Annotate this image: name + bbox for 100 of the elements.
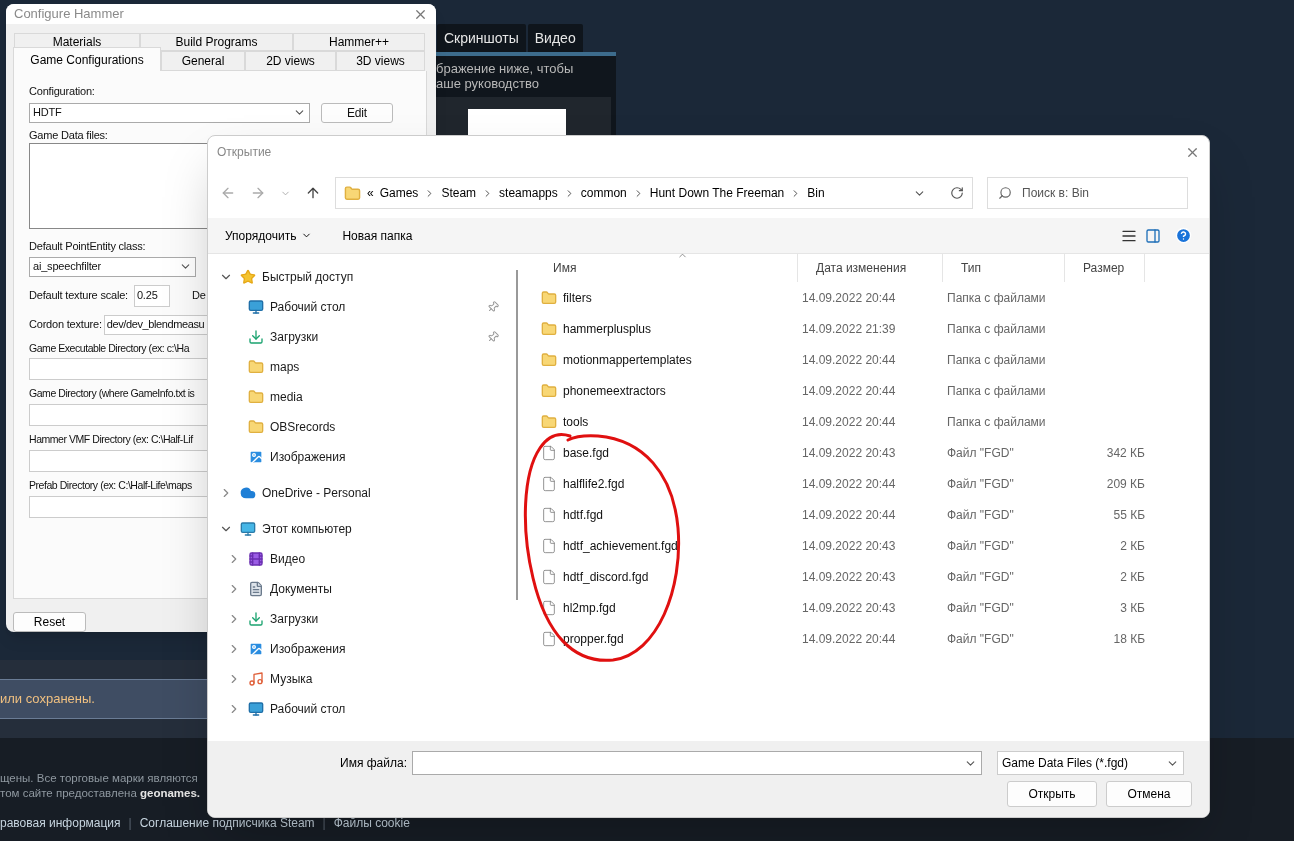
file-row[interactable]: hdtf_achievement.fgd 14.09.2022 20:43 Файл "FGD" 2 КБ [535, 530, 1209, 561]
edit-button[interactable]: Edit [321, 102, 393, 123]
search-icon [998, 186, 1012, 200]
footer-link[interactable]: Файлы cookie [333, 814, 410, 832]
file-date: 14.09.2022 20:44 [801, 630, 897, 648]
file-type: Папка с файлами [946, 289, 1047, 307]
input-field[interactable]: dev/dev_blendmeasu [103, 314, 208, 335]
breadcrumb[interactable]: common [580, 184, 627, 202]
nav-item[interactable]: media [208, 382, 513, 412]
pictures-icon [248, 641, 264, 657]
nav-item[interactable]: Рабочий стол [208, 292, 513, 322]
column-header[interactable]: Дата изменения [798, 254, 943, 282]
nav-item[interactable]: OneDrive - Personal [208, 478, 513, 508]
field-label: Game Data files: [29, 127, 108, 143]
input-field[interactable]: 0.25 [133, 284, 170, 307]
column-header[interactable]: Имя [535, 254, 798, 282]
column-header[interactable]: Тип [943, 254, 1065, 282]
address-bar[interactable]: « Games Steam steamapps common Hunt Down The Freeman Bin [335, 177, 973, 209]
page-tab[interactable]: Видео [527, 24, 583, 52]
tab[interactable]: Game Configurations [13, 47, 161, 71]
nav-item[interactable]: Изображения [208, 442, 513, 472]
footer-link[interactable]: Соглашение подписчика Steam [139, 814, 315, 832]
file-row[interactable]: base.fgd 14.09.2022 20:43 Файл "FGD" 342 КБ [535, 437, 1209, 468]
file-name: motionmappertemplates [563, 351, 692, 369]
search-input[interactable]: Поиск в: Bin [1022, 178, 1187, 208]
column-header[interactable]: Размер [1065, 254, 1145, 282]
file-row[interactable]: hdtf.fgd 14.09.2022 20:44 Файл "FGD" 55 КБ [535, 499, 1209, 530]
tab[interactable]: Hammer++ [293, 33, 425, 51]
up-icon[interactable] [305, 185, 321, 201]
nav-item[interactable]: Загрузки [208, 322, 513, 352]
search-box[interactable]: Поиск в: Bin [987, 177, 1188, 209]
pictures-icon [248, 449, 264, 465]
field-label: De [191, 288, 206, 304]
nav-item[interactable]: Документы [208, 574, 513, 604]
file-date: 14.09.2022 20:44 [801, 289, 897, 307]
refresh-icon[interactable] [950, 186, 964, 200]
scrollbar[interactable] [516, 270, 518, 600]
desktop-icon [248, 701, 264, 717]
class-dropdown[interactable]: ai_speechfilter [29, 256, 196, 277]
file-row[interactable]: halflife2.fgd 14.09.2022 20:44 Файл "FGD" 209 КБ [535, 468, 1209, 499]
open-button[interactable]: Открыть [1007, 781, 1097, 807]
file-row[interactable]: filters 14.09.2022 20:44 Папка с файлами [535, 282, 1209, 313]
nav-label: OBSrecords [270, 419, 336, 436]
configuration-dropdown[interactable]: HDTF [29, 102, 310, 123]
nav-label: media [270, 389, 303, 406]
file-row[interactable]: hammerplusplus 14.09.2022 21:39 Папка с файлами [535, 313, 1209, 344]
nav-label: Рабочий стол [270, 701, 346, 718]
file-type-dropdown[interactable]: Game Data Files (*.fgd) [996, 751, 1184, 775]
tab[interactable]: 2D views [245, 51, 336, 71]
file-name: hdtf_achievement.fgd [563, 537, 678, 555]
organize-button[interactable]: Упорядочить [225, 226, 313, 245]
nav-item[interactable]: Рабочий стол [208, 694, 513, 724]
field-label: Default PointEntity class: [29, 239, 146, 254]
nav-item[interactable]: Этот компьютер [208, 514, 513, 544]
file-size: 2 КБ [1120, 537, 1145, 555]
nav-label: Музыка [270, 671, 313, 688]
nav-label: Загрузки [270, 611, 319, 628]
nav-item[interactable]: Быстрый доступ [208, 262, 513, 292]
nav-label: Изображения [270, 449, 346, 466]
file-row[interactable]: propper.fgd 14.09.2022 20:44 Файл "FGD" 18 КБ [535, 623, 1209, 654]
breadcrumb[interactable]: Bin [807, 184, 825, 202]
reset-button[interactable]: Reset [13, 612, 86, 632]
file-row[interactable]: motionmappertemplates 14.09.2022 20:44 Папка с файлами [535, 344, 1209, 375]
back-icon[interactable] [220, 185, 236, 201]
cancel-button[interactable]: Отмена [1106, 781, 1192, 807]
footer-link[interactable]: равовая информация [0, 814, 121, 832]
document-icon [248, 581, 264, 597]
filename-field[interactable] [411, 751, 982, 775]
file-row[interactable]: hdtf_discord.fgd 14.09.2022 20:43 Файл "FGD" 2 КБ [535, 561, 1209, 592]
file-size: 55 КБ [1113, 506, 1145, 524]
file-type: Файл "FGD" [946, 599, 1015, 617]
nav-item[interactable]: Музыка [208, 664, 513, 694]
file-date: 14.09.2022 20:43 [801, 568, 897, 586]
file-name: hdtf.fgd [563, 506, 604, 524]
tab[interactable]: Build Programs [140, 33, 293, 51]
field-label: Prefab Directory (ex: C:\Half-Life\maps [29, 477, 192, 493]
nav-label: maps [270, 359, 300, 376]
file-icon [541, 568, 557, 585]
breadcrumb[interactable]: Games [379, 184, 419, 202]
tab[interactable]: General [161, 51, 245, 71]
file-row[interactable]: phonemeextractors 14.09.2022 20:44 Папка с файлами [535, 375, 1209, 406]
breadcrumb[interactable]: Steam [441, 184, 477, 202]
forward-icon[interactable] [250, 185, 266, 201]
nav-item[interactable]: Видео [208, 544, 513, 574]
file-row[interactable]: tools 14.09.2022 20:44 Папка с файлами [535, 406, 1209, 437]
tab[interactable]: 3D views [336, 51, 425, 71]
star-icon [240, 269, 256, 285]
breadcrumb[interactable]: Hunt Down The Freeman [649, 184, 785, 202]
file-row[interactable]: hl2mp.fgd 14.09.2022 20:43 Файл "FGD" 3 КБ [535, 592, 1209, 623]
preview-pane-icon[interactable] [1145, 227, 1161, 244]
nav-item[interactable]: Изображения [208, 634, 513, 664]
nav-item[interactable]: Загрузки [208, 604, 513, 634]
nav-item[interactable]: maps [208, 352, 513, 382]
page-tab[interactable]: Скриншоты [437, 24, 526, 52]
help-icon[interactable] [1175, 227, 1192, 244]
breadcrumb[interactable]: steamapps [499, 184, 558, 202]
nav-item[interactable]: OBSrecords [208, 412, 513, 442]
field-label: Configuration: [29, 84, 95, 99]
new-folder-button[interactable]: Новая папка [342, 226, 413, 245]
path-prefix[interactable]: « [367, 184, 374, 202]
